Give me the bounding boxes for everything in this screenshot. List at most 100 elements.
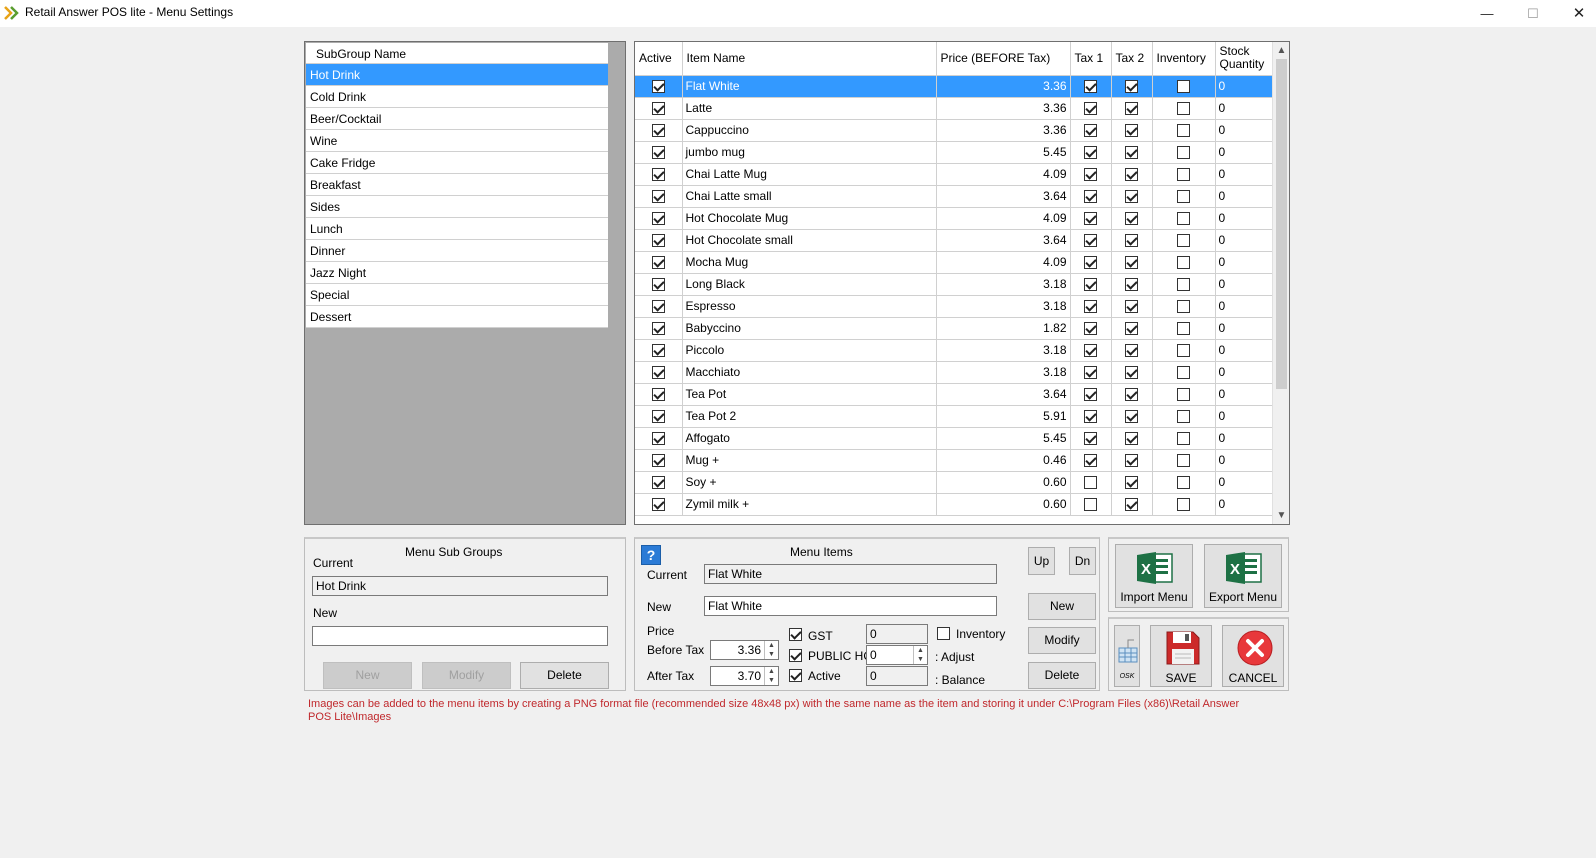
active-checkbox[interactable]	[651, 344, 665, 358]
tax2-cell[interactable]	[1111, 97, 1153, 120]
after-tax-spinner[interactable]: 3.70 ▲ ▼	[710, 666, 779, 686]
subgroup-list-item[interactable]: Dinner	[306, 240, 608, 262]
tax1-checkbox[interactable]	[1084, 476, 1097, 490]
active-checkbox[interactable]	[651, 278, 665, 292]
inventory-cell[interactable]	[1152, 119, 1216, 142]
stock-cell[interactable]: 0	[1215, 493, 1275, 516]
price-cell[interactable]: 4.09	[936, 251, 1071, 274]
item-name-cell[interactable]: Chai Latte small	[682, 185, 937, 208]
price-cell[interactable]: 3.18	[936, 361, 1071, 384]
active-checkbox[interactable]	[651, 124, 665, 138]
active-checkbox[interactable]	[651, 256, 665, 270]
table-row[interactable]: Mug +0.46 0	[635, 449, 1275, 472]
inventory-checkbox[interactable]	[1177, 102, 1190, 116]
inventory-cell[interactable]	[1152, 97, 1216, 120]
tax1-checkbox[interactable]	[1084, 454, 1097, 468]
tax2-cell[interactable]	[1111, 383, 1153, 406]
stock-cell[interactable]: 0	[1215, 185, 1275, 208]
maximize-button[interactable]: ☐	[1510, 0, 1556, 27]
tax2-cell[interactable]	[1111, 141, 1153, 164]
active-checkbox[interactable]	[651, 454, 665, 468]
price-cell[interactable]: 0.46	[936, 449, 1071, 472]
tax2-checkbox[interactable]	[1125, 410, 1138, 424]
tax1-checkbox[interactable]	[1084, 146, 1097, 160]
subgroup-new-button[interactable]: New	[323, 662, 412, 689]
stock-cell[interactable]: 0	[1215, 97, 1275, 120]
tax2-cell[interactable]	[1111, 317, 1153, 340]
item-name-cell[interactable]: Espresso	[682, 295, 937, 318]
price-cell[interactable]: 1.82	[936, 317, 1071, 340]
tax2-cell[interactable]	[1111, 449, 1153, 472]
inventory-cell[interactable]	[1152, 493, 1216, 516]
inventory-cell[interactable]	[1152, 339, 1216, 362]
active-checkbox[interactable]	[651, 322, 665, 336]
inventory-cell[interactable]	[1152, 251, 1216, 274]
table-row[interactable]: Macchiato 3.18 0	[635, 361, 1275, 384]
item-name-cell[interactable]: jumbo mug	[682, 141, 937, 164]
tax2-cell[interactable]	[1111, 273, 1153, 296]
inventory-cell[interactable]	[1152, 449, 1216, 472]
inventory-cell[interactable]	[1152, 317, 1216, 340]
price-cell[interactable]: 3.18	[936, 295, 1071, 318]
tax2-checkbox[interactable]	[1125, 432, 1138, 446]
tax2-checkbox[interactable]	[1125, 234, 1138, 248]
active-checkbox[interactable]	[651, 146, 665, 160]
item-name-cell[interactable]: Cappuccino	[682, 119, 937, 142]
active-cell[interactable]	[635, 273, 683, 296]
scrollbar-thumb[interactable]	[1276, 59, 1287, 389]
tax2-checkbox[interactable]	[1125, 300, 1138, 314]
table-row[interactable]: Flat White 3.36 0	[635, 75, 1275, 98]
item-new-input[interactable]: Flat White	[704, 596, 997, 616]
tax2-cell[interactable]	[1111, 207, 1153, 230]
tax2-cell[interactable]	[1111, 185, 1153, 208]
gst-checkbox[interactable]	[789, 628, 802, 641]
inventory-checkbox[interactable]	[1177, 410, 1190, 424]
save-button[interactable]: SAVE	[1150, 625, 1212, 687]
subgroup-list-item[interactable]: Dessert	[306, 306, 608, 328]
subgroup-list-item[interactable]: Breakfast	[306, 174, 608, 196]
active-cell[interactable]	[635, 75, 683, 98]
price-cell[interactable]: 3.18	[936, 273, 1071, 296]
spinner-arrows-icon[interactable]: ▲ ▼	[764, 667, 778, 685]
active-cell[interactable]	[635, 493, 683, 516]
subgroup-list-item[interactable]: Hot Drink	[306, 64, 608, 86]
inventory-checkbox[interactable]	[1177, 168, 1190, 182]
active-checkbox[interactable]	[651, 476, 665, 490]
tax2-cell[interactable]	[1111, 471, 1153, 494]
inventory-cell[interactable]	[1152, 361, 1216, 384]
tax1-checkbox[interactable]	[1084, 322, 1097, 336]
inventory-checkbox[interactable]	[1177, 124, 1190, 138]
active-cell[interactable]	[635, 295, 683, 318]
tax1-cell[interactable]	[1070, 97, 1112, 120]
tax1-checkbox[interactable]	[1084, 124, 1097, 138]
tax1-checkbox[interactable]	[1084, 80, 1097, 94]
subgroup-modify-button[interactable]: Modify	[422, 662, 511, 689]
price-cell[interactable]: 3.64	[936, 229, 1071, 252]
table-row[interactable]: Piccolo 3.18 0	[635, 339, 1275, 362]
item-name-cell[interactable]: Tea Pot 2	[682, 405, 937, 428]
stock-cell[interactable]: 0	[1215, 251, 1275, 274]
tax2-checkbox[interactable]	[1125, 168, 1138, 182]
inventory-checkbox[interactable]	[1177, 212, 1190, 226]
item-name-cell[interactable]: Affogato	[682, 427, 937, 450]
price-cell[interactable]: 3.64	[936, 383, 1071, 406]
tax2-checkbox[interactable]	[1125, 366, 1138, 380]
active-checkbox[interactable]	[651, 366, 665, 380]
tax1-cell[interactable]	[1070, 119, 1112, 142]
active-cell[interactable]	[635, 185, 683, 208]
active-cell[interactable]	[635, 339, 683, 362]
active-checkbox[interactable]	[651, 212, 665, 226]
stock-cell[interactable]: 0	[1215, 295, 1275, 318]
inventory-cell[interactable]	[1152, 427, 1216, 450]
tax2-checkbox[interactable]	[1125, 102, 1138, 116]
tax2-checkbox[interactable]	[1125, 498, 1138, 512]
price-cell[interactable]: 0.60	[936, 493, 1071, 516]
active-cell[interactable]	[635, 427, 683, 450]
tax2-cell[interactable]	[1111, 405, 1153, 428]
inventory-checkbox[interactable]	[1177, 454, 1190, 468]
adjust-spinner[interactable]: 0 ▲ ▼	[866, 645, 928, 665]
price-cell[interactable]: 3.36	[936, 119, 1071, 142]
tax2-cell[interactable]	[1111, 119, 1153, 142]
item-new-button[interactable]: New	[1028, 593, 1096, 620]
tax2-checkbox[interactable]	[1125, 212, 1138, 226]
